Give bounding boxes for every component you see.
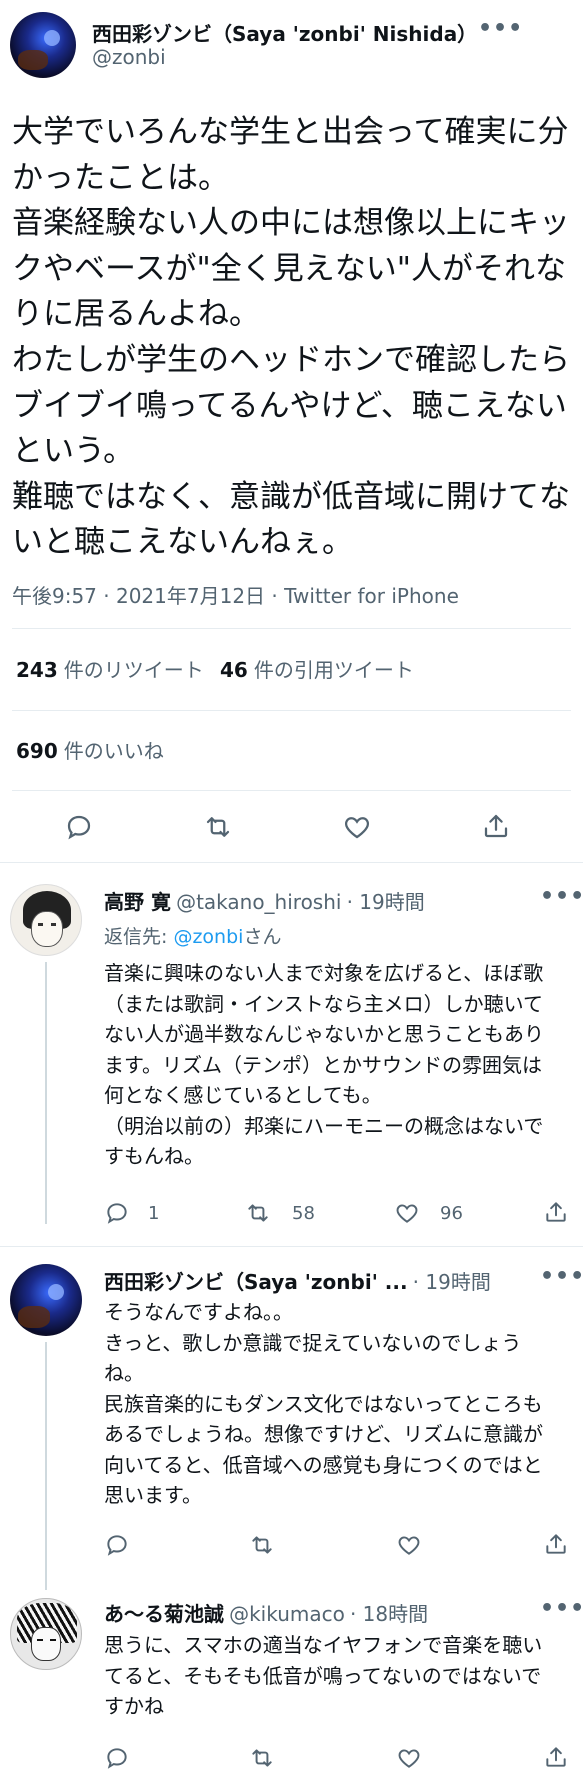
quotes-count: 46 xyxy=(220,658,248,682)
reply-to-prefix: 返信先: xyxy=(104,926,174,948)
retweets-count: 243 xyxy=(16,658,58,682)
author-handle[interactable]: @zonbi xyxy=(92,45,166,69)
retweets-stat[interactable]: 243 件のリツイート xyxy=(16,654,204,683)
reply-avatar[interactable] xyxy=(10,884,82,956)
share-icon[interactable] xyxy=(543,1198,569,1226)
reply-author-name[interactable]: 高野 寛 xyxy=(104,890,171,914)
divider xyxy=(0,862,583,863)
reply-author-handle[interactable]: @kikumaco xyxy=(229,1602,345,1626)
retweet-icon[interactable] xyxy=(244,1200,272,1226)
share-icon[interactable] xyxy=(481,810,511,842)
like-icon[interactable] xyxy=(342,812,372,842)
quotes-label: 件の引用ツイート xyxy=(253,658,414,682)
reply-time[interactable]: · 19時間 xyxy=(347,890,425,914)
reply-text: 音楽に興味のない人まで対象を広げると、ほぼ歌（または歌詞・インストなら主メロ）し… xyxy=(104,961,544,1168)
retweet-icon[interactable] xyxy=(202,812,234,842)
like-icon[interactable] xyxy=(394,1200,420,1226)
share-icon[interactable] xyxy=(543,1743,569,1771)
reply-icon[interactable] xyxy=(64,812,94,842)
reply-to-suffix: さん xyxy=(243,926,282,948)
thread-line xyxy=(45,1342,47,1590)
reply-icon[interactable] xyxy=(104,1745,130,1771)
author-avatar[interactable] xyxy=(10,12,76,78)
more-icon[interactable]: ••• xyxy=(540,884,583,909)
reply-to-handle[interactable]: @zonbi xyxy=(173,926,243,948)
more-icon[interactable]: ••• xyxy=(478,16,523,41)
divider xyxy=(0,1246,583,1247)
reply-text: そうなんですよね。。 きっと、歌しか意識で捉えていないのでしょうね。 民族音楽的… xyxy=(104,1300,543,1507)
reply-icon[interactable] xyxy=(104,1200,130,1226)
quotes-stat[interactable]: 46 件の引用ツイート xyxy=(220,654,414,683)
reply-author-handle[interactable]: @takano_hiroshi xyxy=(176,890,341,914)
like-count: 96 xyxy=(440,1203,463,1224)
retweets-label: 件のリツイート xyxy=(63,658,204,682)
likes-stat[interactable]: 690 件のいいね xyxy=(16,735,164,764)
more-icon[interactable]: ••• xyxy=(540,1264,583,1289)
divider xyxy=(12,628,571,629)
reply-to-line: 返信先: @zonbiさん xyxy=(104,922,281,949)
thread-line xyxy=(45,962,47,1224)
reply-text: 思うに、スマホの適当なイヤフォンで音楽を聴いてると、そもそも低音が鳴ってないので… xyxy=(104,1633,543,1718)
retweet-icon[interactable] xyxy=(248,1532,276,1558)
retweet-icon[interactable] xyxy=(248,1745,276,1771)
reply-count: 1 xyxy=(148,1203,160,1224)
likes-label: 件のいいね xyxy=(63,739,164,763)
reply-author-name[interactable]: 西田彩ゾンビ（Saya 'zonbi' ... xyxy=(104,1270,408,1294)
tweet-text: 大学でいろんな学生と出会って確実に分かったことは。 音楽経験ない人の中には想像以… xyxy=(12,114,570,561)
reply-avatar[interactable] xyxy=(10,1598,82,1670)
retweet-count: 58 xyxy=(292,1203,315,1224)
like-icon[interactable] xyxy=(396,1532,422,1558)
reply-header: 西田彩ゾンビ（Saya 'zonbi' ... · 19時間 xyxy=(104,1266,491,1295)
reply-header: 高野 寛 @takano_hiroshi · 19時間 xyxy=(104,886,425,915)
like-icon[interactable] xyxy=(396,1745,422,1771)
divider xyxy=(12,710,571,711)
reply-avatar[interactable] xyxy=(10,1264,82,1336)
more-icon[interactable]: ••• xyxy=(540,1596,583,1621)
reply-icon[interactable] xyxy=(104,1532,130,1558)
reply-header: あ〜る菊池誠 @kikumaco · 18時間 xyxy=(104,1598,428,1627)
tweet-timestamp[interactable]: 午後9:57 · 2021年7月12日 · Twitter for iPhone xyxy=(12,580,459,609)
reply-author-name[interactable]: あ〜る菊池誠 xyxy=(104,1602,224,1626)
reply-time[interactable]: · 19時間 xyxy=(413,1270,491,1294)
divider xyxy=(12,790,571,791)
likes-count: 690 xyxy=(16,739,58,763)
share-icon[interactable] xyxy=(543,1530,569,1558)
reply-time[interactable]: · 18時間 xyxy=(350,1602,428,1626)
author-name[interactable]: 西田彩ゾンビ（Saya 'zonbi' Nishida） xyxy=(92,18,477,47)
